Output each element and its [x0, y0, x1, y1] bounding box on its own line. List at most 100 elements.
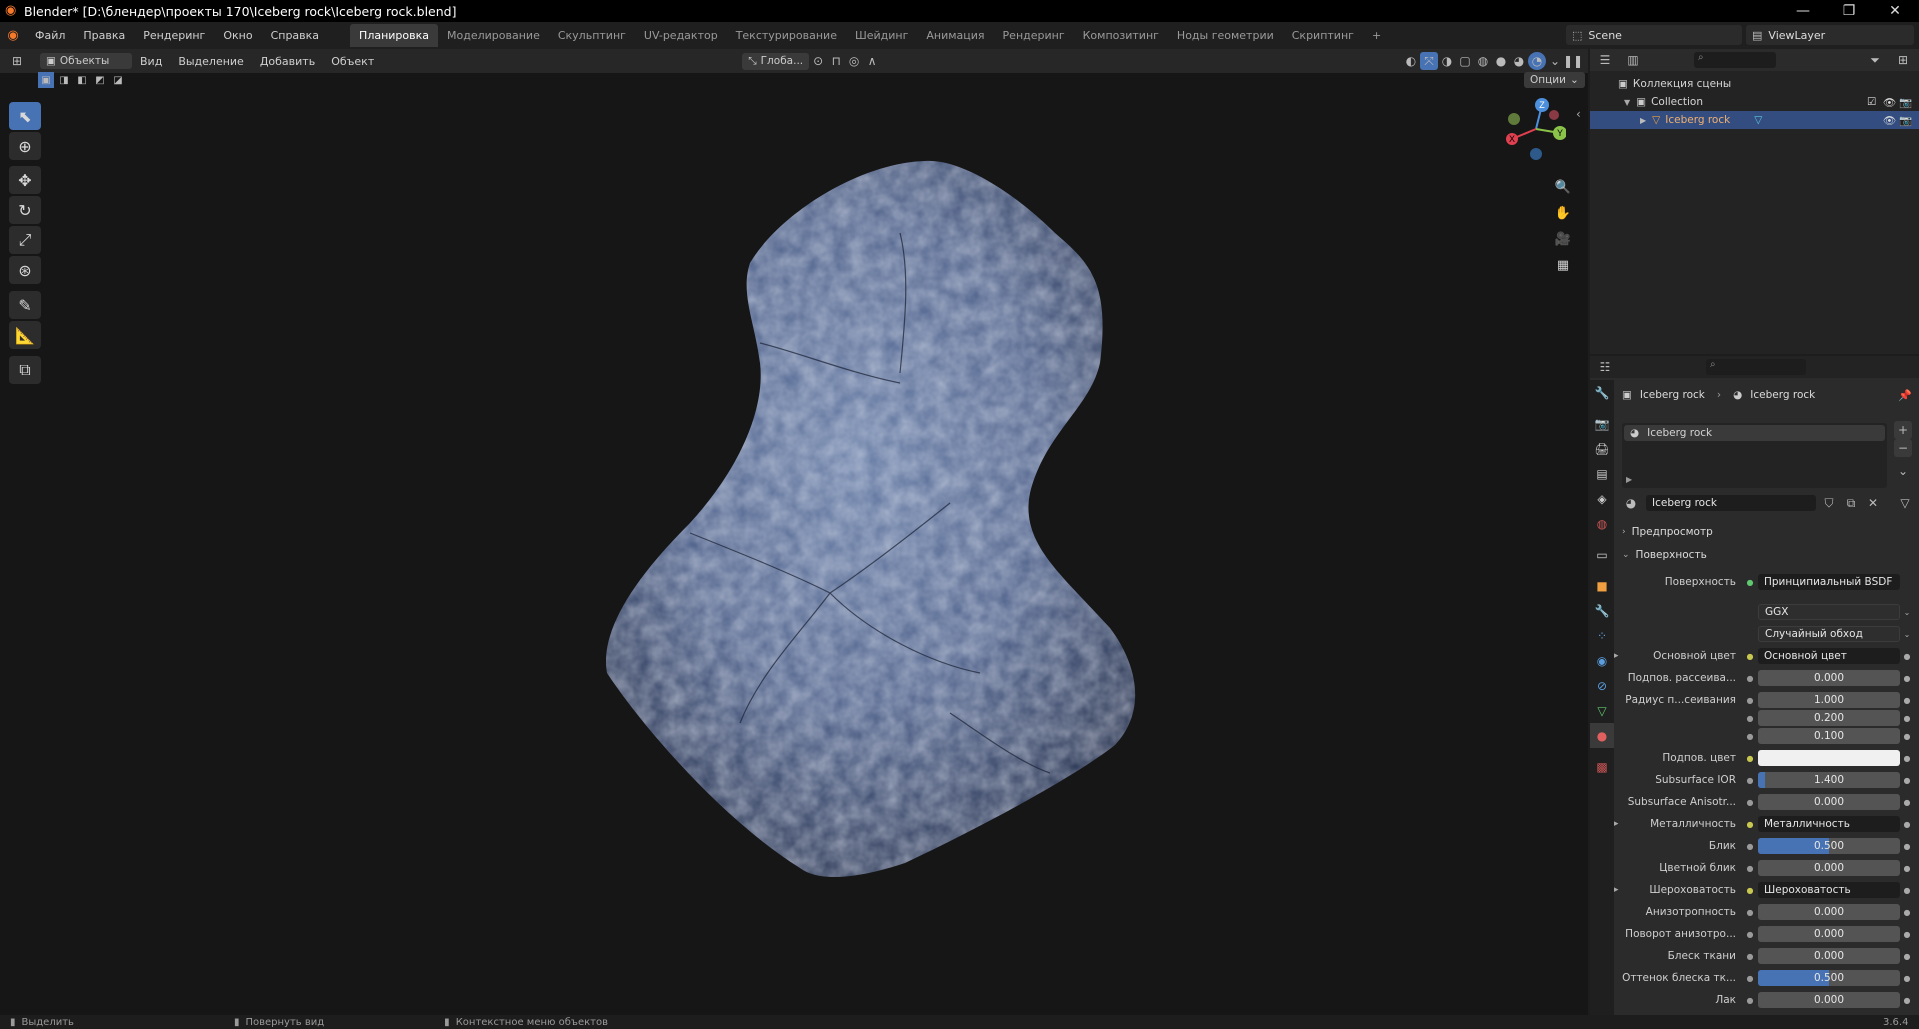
eye-icon[interactable]: 👁 — [1883, 96, 1896, 109]
unlink-material-icon[interactable]: ✕ — [1864, 494, 1882, 512]
linked-input-field[interactable]: Шероховатость — [1758, 882, 1900, 898]
wireframe-shading-icon[interactable]: ◍ — [1474, 52, 1492, 70]
menu-window[interactable]: Окно — [214, 29, 261, 42]
tab-sculpting[interactable]: Скульптинг — [549, 24, 635, 47]
close-button[interactable]: ✕ — [1872, 0, 1918, 22]
linked-input-field[interactable]: Металличность — [1758, 816, 1900, 832]
outliner-object-iceberg-rock[interactable]: ▶ ▽ Iceberg rock ▽ 👁 📷 — [1590, 111, 1919, 129]
pan-hand-icon[interactable]: ✋ — [1552, 202, 1574, 224]
socket-icon[interactable]: ● — [1744, 796, 1756, 808]
socket-icon[interactable]: ● — [1744, 840, 1756, 852]
keyframe-icon[interactable]: ● — [1900, 798, 1914, 807]
texture-tab-icon[interactable]: ▩ — [1590, 754, 1614, 779]
keyframe-icon[interactable]: ● — [1900, 952, 1914, 961]
constraints-tab-icon[interactable]: ⊘ — [1590, 673, 1614, 698]
select-subtract-icon[interactable]: ◧ — [74, 72, 90, 88]
select-box-tool[interactable]: ⬉ — [9, 102, 41, 130]
new-collection-icon[interactable]: ⊞ — [1894, 51, 1912, 69]
scene-tab-icon[interactable]: ◈ — [1590, 486, 1614, 511]
mode-selector[interactable]: ▣ Объекты — [40, 53, 132, 69]
overlay-icon[interactable]: ◑ — [1438, 52, 1456, 70]
material-name-field[interactable]: Iceberg rock — [1646, 495, 1816, 511]
expand-right-icon[interactable]: ▸ — [1614, 819, 1619, 829]
socket-icon[interactable]: ● — [1744, 774, 1756, 786]
remove-slot-button[interactable]: − — [1894, 439, 1912, 457]
blender-menu-icon[interactable]: ◉ — [0, 28, 26, 43]
keyframe-icon[interactable]: ● — [1900, 714, 1914, 723]
keyframe-icon[interactable]: ● — [1900, 886, 1914, 895]
checkbox-icon[interactable]: ☑ — [1867, 96, 1876, 108]
tab-layout[interactable]: Планировка — [350, 24, 439, 47]
select-extend-icon[interactable]: ◨ — [56, 72, 72, 88]
number-field[interactable]: 0.000 — [1758, 992, 1900, 1008]
menu-render[interactable]: Рендеринг — [134, 29, 214, 42]
particles-tab-icon[interactable]: ⁘ — [1590, 623, 1614, 648]
link-icon[interactable]: ▽ — [1896, 494, 1914, 512]
socket-icon[interactable]: ● — [1744, 994, 1756, 1006]
tab-uv-editing[interactable]: UV-редактор — [635, 24, 727, 47]
number-field[interactable]: 0.000 — [1758, 904, 1900, 920]
annotate-tool[interactable]: ✎ — [9, 291, 41, 319]
keyframe-icon[interactable]: ● — [1900, 842, 1914, 851]
measure-tool[interactable]: 📐 — [9, 321, 41, 349]
data-tab-icon[interactable]: ▽ — [1590, 698, 1614, 723]
camera-render-icon[interactable]: 📷 — [1899, 96, 1912, 109]
number-field[interactable]: 1.400 — [1758, 772, 1900, 788]
menu-edit[interactable]: Правка — [74, 29, 134, 42]
material-slot[interactable]: ◕ Iceberg rock — [1624, 425, 1885, 441]
navigation-gizmo[interactable]: Z Y X — [1506, 97, 1566, 161]
menu-file[interactable]: Файл — [26, 29, 74, 42]
number-field[interactable]: 0.200 — [1758, 710, 1900, 726]
socket-icon[interactable]: ● — [1744, 650, 1756, 662]
outliner-editor-icon[interactable]: ☰ — [1596, 51, 1614, 69]
output-tab-icon[interactable]: 🖨 — [1590, 436, 1614, 461]
gizmo-toggle-icon[interactable]: ⤧ — [1420, 52, 1438, 70]
slot-specials-icon[interactable]: ⌄ — [1894, 462, 1912, 480]
options-dropdown[interactable]: Опции ⌄ — [1524, 72, 1585, 88]
keyframe-icon[interactable]: ● — [1900, 930, 1914, 939]
tab-texture-paint[interactable]: Текстурирование — [727, 24, 846, 47]
minimize-button[interactable]: — — [1780, 0, 1826, 22]
expand-right-icon[interactable]: ▸ — [1614, 651, 1619, 661]
snap-icon[interactable]: ⊓ — [827, 52, 845, 70]
editor-type-icon[interactable]: ⊞ — [8, 52, 26, 70]
number-field[interactable]: 0.500 — [1758, 838, 1900, 854]
keyframe-icon[interactable]: ● — [1900, 674, 1914, 683]
number-field[interactable]: 0.000 — [1758, 670, 1900, 686]
select-intersect-icon[interactable]: ◪ — [110, 72, 126, 88]
menu-object[interactable]: Объект — [323, 55, 382, 68]
proportional-edit-icon[interactable]: ◎ — [845, 52, 863, 70]
fake-user-icon[interactable]: ⛉ — [1820, 494, 1838, 512]
scene-selector[interactable]: ⬚ Scene — [1566, 25, 1742, 45]
camera-render-icon[interactable]: 📷 — [1899, 114, 1912, 127]
menu-view[interactable]: Вид — [132, 55, 170, 68]
add-workspace-button[interactable]: + — [1363, 24, 1390, 47]
gizmo-neg-x[interactable] — [1549, 110, 1559, 120]
tab-modeling[interactable]: Моделирование — [438, 24, 549, 47]
solid-shading-icon[interactable]: ● — [1492, 52, 1510, 70]
select-invert-icon[interactable]: ◩ — [92, 72, 108, 88]
number-field[interactable]: 0.000 — [1758, 860, 1900, 876]
expand-right-icon[interactable]: ▶ — [1640, 116, 1646, 125]
expand-right-icon[interactable]: ▶ — [1626, 475, 1632, 484]
tab-animation[interactable]: Анимация — [917, 24, 993, 47]
menu-add[interactable]: Добавить — [252, 55, 323, 68]
outliner-scene-collection[interactable]: ▣ Коллекция сцены — [1590, 75, 1919, 93]
add-cube-tool[interactable]: ⧉ — [9, 356, 41, 384]
world-tab-icon[interactable]: ◍ — [1590, 511, 1614, 536]
linked-input-field[interactable]: Основной цвет — [1758, 648, 1900, 664]
3d-viewport[interactable]: ▣ ◨ ◧ ◩ ◪ Опции ⌄ ⬉ ⊕ ✥ ↻ ⤢ ⊛ ✎ 📐 ⧉ Z Y X… — [0, 72, 1588, 1015]
outliner-search-input[interactable]: ⌕ — [1694, 52, 1776, 68]
socket-icon[interactable]: ● — [1744, 906, 1756, 918]
zoom-icon[interactable]: 🔍 — [1552, 176, 1574, 198]
gizmo-neg-z[interactable] — [1530, 148, 1542, 160]
keyframe-icon[interactable]: ● — [1900, 776, 1914, 785]
number-field[interactable]: 0.000 — [1758, 926, 1900, 942]
socket-icon[interactable]: ● — [1744, 672, 1756, 684]
rendered-shading-icon[interactable]: ◔ — [1528, 52, 1546, 70]
surface-shader-field[interactable]: Принципиальный BSDF — [1758, 574, 1900, 590]
pin-icon[interactable]: 📌 — [1898, 389, 1912, 402]
socket-icon[interactable]: ● — [1744, 694, 1756, 706]
sidebar-toggle-icon[interactable]: ‹ — [1576, 107, 1581, 121]
properties-search-input[interactable]: ⌕ — [1706, 359, 1806, 375]
